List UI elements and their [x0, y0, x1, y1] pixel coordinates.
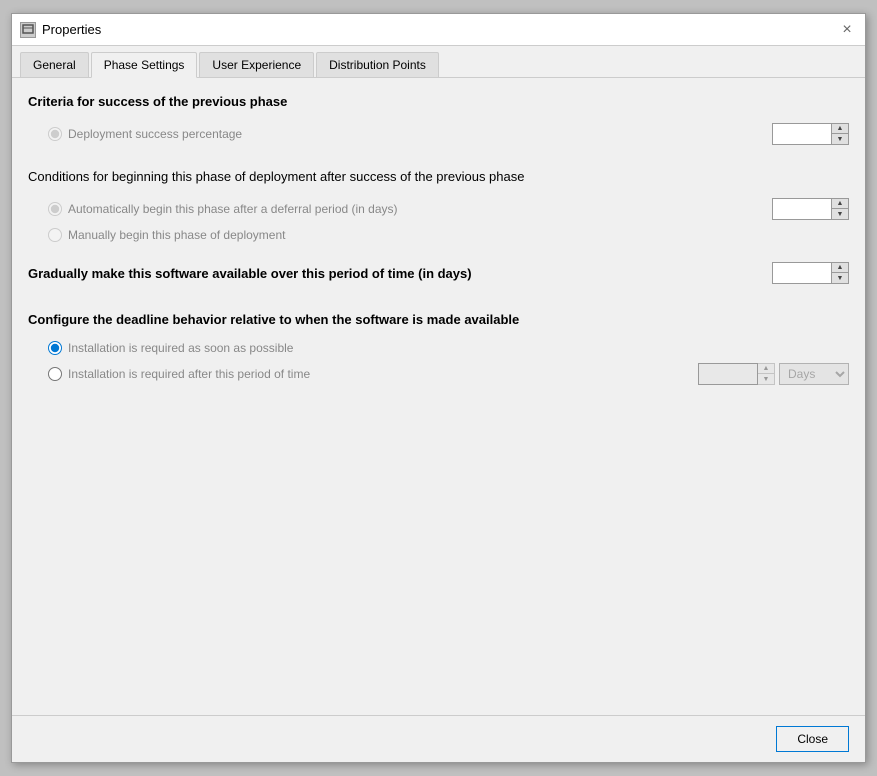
install-after-spinner-buttons: ▲ ▼ — [758, 363, 775, 385]
install-asap-label: Installation is required as soon as poss… — [68, 341, 293, 355]
deployment-success-input[interactable]: 65 — [772, 123, 832, 145]
install-asap-radio[interactable] — [48, 341, 62, 355]
gradually-input[interactable]: 0 — [772, 262, 832, 284]
manual-begin-row: Manually begin this phase of deployment — [28, 224, 849, 246]
close-button[interactable]: Close — [776, 726, 849, 752]
tabs-container: General Phase Settings User Experience D… — [12, 46, 865, 78]
install-after-spinner-up[interactable]: ▲ — [758, 364, 774, 374]
auto-begin-label: Automatically begin this phase after a d… — [68, 202, 398, 216]
gradually-spinner-down[interactable]: ▼ — [832, 273, 848, 283]
gradually-spinner: 0 ▲ ▼ — [772, 262, 849, 284]
title-bar: Properties × — [12, 14, 865, 46]
install-after-spinner-down[interactable]: ▼ — [758, 374, 774, 384]
window-close-button[interactable]: × — [837, 20, 857, 40]
tab-general[interactable]: General — [20, 52, 89, 77]
section-criteria: Criteria for success of the previous pha… — [28, 94, 849, 149]
install-after-radio[interactable] — [48, 367, 62, 381]
gradually-label: Gradually make this software available o… — [28, 266, 472, 281]
section-gradually: Gradually make this software available o… — [28, 254, 849, 292]
gradually-spinner-buttons: ▲ ▼ — [832, 262, 849, 284]
auto-begin-radio[interactable] — [48, 202, 62, 216]
deferral-spinner-buttons: ▲ ▼ — [832, 198, 849, 220]
tab-phase-settings[interactable]: Phase Settings — [91, 52, 198, 78]
gradually-spinner-up[interactable]: ▲ — [832, 263, 848, 273]
manual-begin-label: Manually begin this phase of deployment — [68, 228, 285, 242]
install-after-label: Installation is required after this peri… — [68, 367, 310, 381]
manual-begin-radio[interactable] — [48, 228, 62, 242]
auto-begin-row: Automatically begin this phase after a d… — [28, 194, 849, 224]
gradually-label-text: Gradually make this software available o… — [28, 266, 472, 281]
install-asap-label-group: Installation is required as soon as poss… — [48, 341, 293, 355]
section-deadline-title: Configure the deadline behavior relative… — [28, 312, 849, 327]
section-criteria-title: Criteria for success of the previous pha… — [28, 94, 849, 109]
deployment-success-radio[interactable] — [48, 127, 62, 141]
install-after-controls: 7 ▲ ▼ Days Weeks Months — [698, 363, 849, 385]
install-after-row: Installation is required after this peri… — [28, 359, 849, 389]
footer: Close — [12, 715, 865, 762]
deferral-spinner-up[interactable]: ▲ — [832, 199, 848, 209]
gradually-row: Gradually make this software available o… — [28, 254, 849, 292]
install-after-spinner: 7 ▲ ▼ — [698, 363, 775, 385]
title-bar-left: Properties — [20, 22, 101, 38]
deployment-success-row: Deployment success percentage 65 ▲ ▼ — [28, 119, 849, 149]
deferral-spinner: 0 ▲ ▼ — [772, 198, 849, 220]
window-title: Properties — [42, 22, 101, 37]
section-conditions: Conditions for beginning this phase of d… — [28, 169, 849, 246]
content-area: Criteria for success of the previous pha… — [12, 78, 865, 715]
install-after-input[interactable]: 7 — [698, 363, 758, 385]
manual-begin-label-group: Manually begin this phase of deployment — [48, 228, 285, 242]
window-icon — [20, 22, 36, 38]
deployment-success-label: Deployment success percentage — [68, 127, 242, 141]
auto-begin-label-group: Automatically begin this phase after a d… — [48, 202, 398, 216]
deployment-success-spinner-buttons: ▲ ▼ — [832, 123, 849, 145]
deployment-success-label-group: Deployment success percentage — [48, 127, 242, 141]
tab-user-experience[interactable]: User Experience — [199, 52, 314, 77]
deployment-success-spinner: 65 ▲ ▼ — [772, 123, 849, 145]
deferral-input[interactable]: 0 — [772, 198, 832, 220]
deployment-success-spinner-up[interactable]: ▲ — [832, 124, 848, 134]
properties-window: Properties × General Phase Settings User… — [11, 13, 866, 763]
install-after-label-group: Installation is required after this peri… — [48, 367, 310, 381]
section-conditions-title: Conditions for beginning this phase of d… — [28, 169, 849, 184]
install-asap-row: Installation is required as soon as poss… — [28, 337, 849, 359]
install-after-unit-dropdown[interactable]: Days Weeks Months — [779, 363, 849, 385]
tab-distribution-points[interactable]: Distribution Points — [316, 52, 439, 77]
deployment-success-spinner-down[interactable]: ▼ — [832, 134, 848, 144]
section-deadline: Configure the deadline behavior relative… — [28, 312, 849, 389]
deferral-spinner-down[interactable]: ▼ — [832, 209, 848, 219]
